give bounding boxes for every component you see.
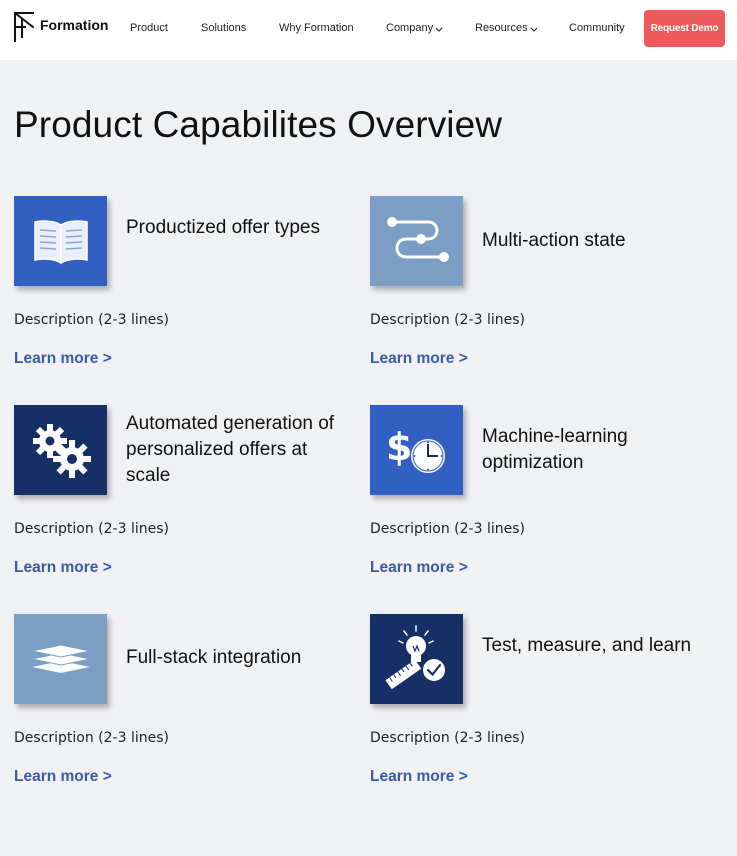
capability-tile [14,614,107,704]
card-description: Description (2-3 lines) [14,730,169,746]
capability-tile [14,405,107,495]
learn-more-link[interactable]: Learn more > [14,350,112,368]
card-description: Description (2-3 lines) [370,730,525,746]
capability-card: Productized offer types Description (2-3… [14,196,354,396]
capability-card: Automated generation of personalized off… [14,405,354,605]
chevron-down-icon [435,27,443,32]
learn-more-link[interactable]: Learn more > [370,559,468,577]
nav-label: Product [130,22,168,34]
nav-item-why-formation[interactable]: Why Formation [279,22,354,34]
learn-more-link[interactable]: Learn more > [14,559,112,577]
capability-card: $ Machine-learning optimization Descript… [370,405,710,605]
layers-stack-icon [31,644,90,673]
nav-label: Solutions [201,22,247,34]
card-title: Full-stack integration [126,647,302,668]
nav-item-solutions[interactable]: Solutions [201,22,246,34]
capability-tile: $ [370,405,463,495]
formation-logo-icon [13,11,35,42]
gears-icon [32,424,91,478]
nav-label: Company [386,22,434,34]
card-title: Machine-learning optimization [482,426,628,473]
open-book-icon [33,220,88,265]
path-route-icon [386,217,449,262]
capability-tile [370,196,463,286]
dollar-clock-icon: $ [386,425,445,473]
card-description: Description (2-3 lines) [14,312,169,328]
brand-name: Formation [40,17,109,33]
learn-more-link[interactable]: Learn more > [370,350,468,368]
capability-card: Multi-action state Description (2-3 line… [370,196,710,396]
nav-item-company[interactable]: Company [386,22,443,34]
card-title: Test, measure, and learn [482,635,692,656]
card-title: Productized offer types [126,217,320,238]
card-title: Multi-action state [482,230,626,251]
nav-item-product[interactable]: Product [130,22,168,34]
capability-tile [14,196,107,286]
nav-label: Resources [475,22,528,34]
svg-text:$: $ [386,425,412,469]
nav-item-community[interactable]: Community [569,22,625,34]
page-title: Product Capabilites Overview [14,104,503,145]
brand-logo[interactable]: Formation [12,11,108,43]
top-navigation: Formation Product Solutions Why Formatio… [0,0,737,60]
card-description: Description (2-3 lines) [370,521,525,537]
nav-label: Community [569,22,625,34]
capability-tile [370,614,463,704]
card-description: Description (2-3 lines) [370,312,525,328]
card-description: Description (2-3 lines) [14,521,169,537]
learn-more-link[interactable]: Learn more > [370,768,468,786]
nav-label: Why Formation [279,22,354,34]
chevron-down-icon [530,27,537,32]
request-demo-button[interactable]: Request Demo [644,10,725,47]
capability-card: Full-stack integration Description (2-3 … [14,614,354,814]
nav-item-resources[interactable]: Resources [475,22,538,34]
learn-more-link[interactable]: Learn more > [14,768,112,786]
card-title: Automated generation of personalized off… [126,413,335,486]
lightbulb-ruler-check-icon [384,625,445,690]
capability-card: Test, measure, and learn Description (2-… [370,614,710,814]
